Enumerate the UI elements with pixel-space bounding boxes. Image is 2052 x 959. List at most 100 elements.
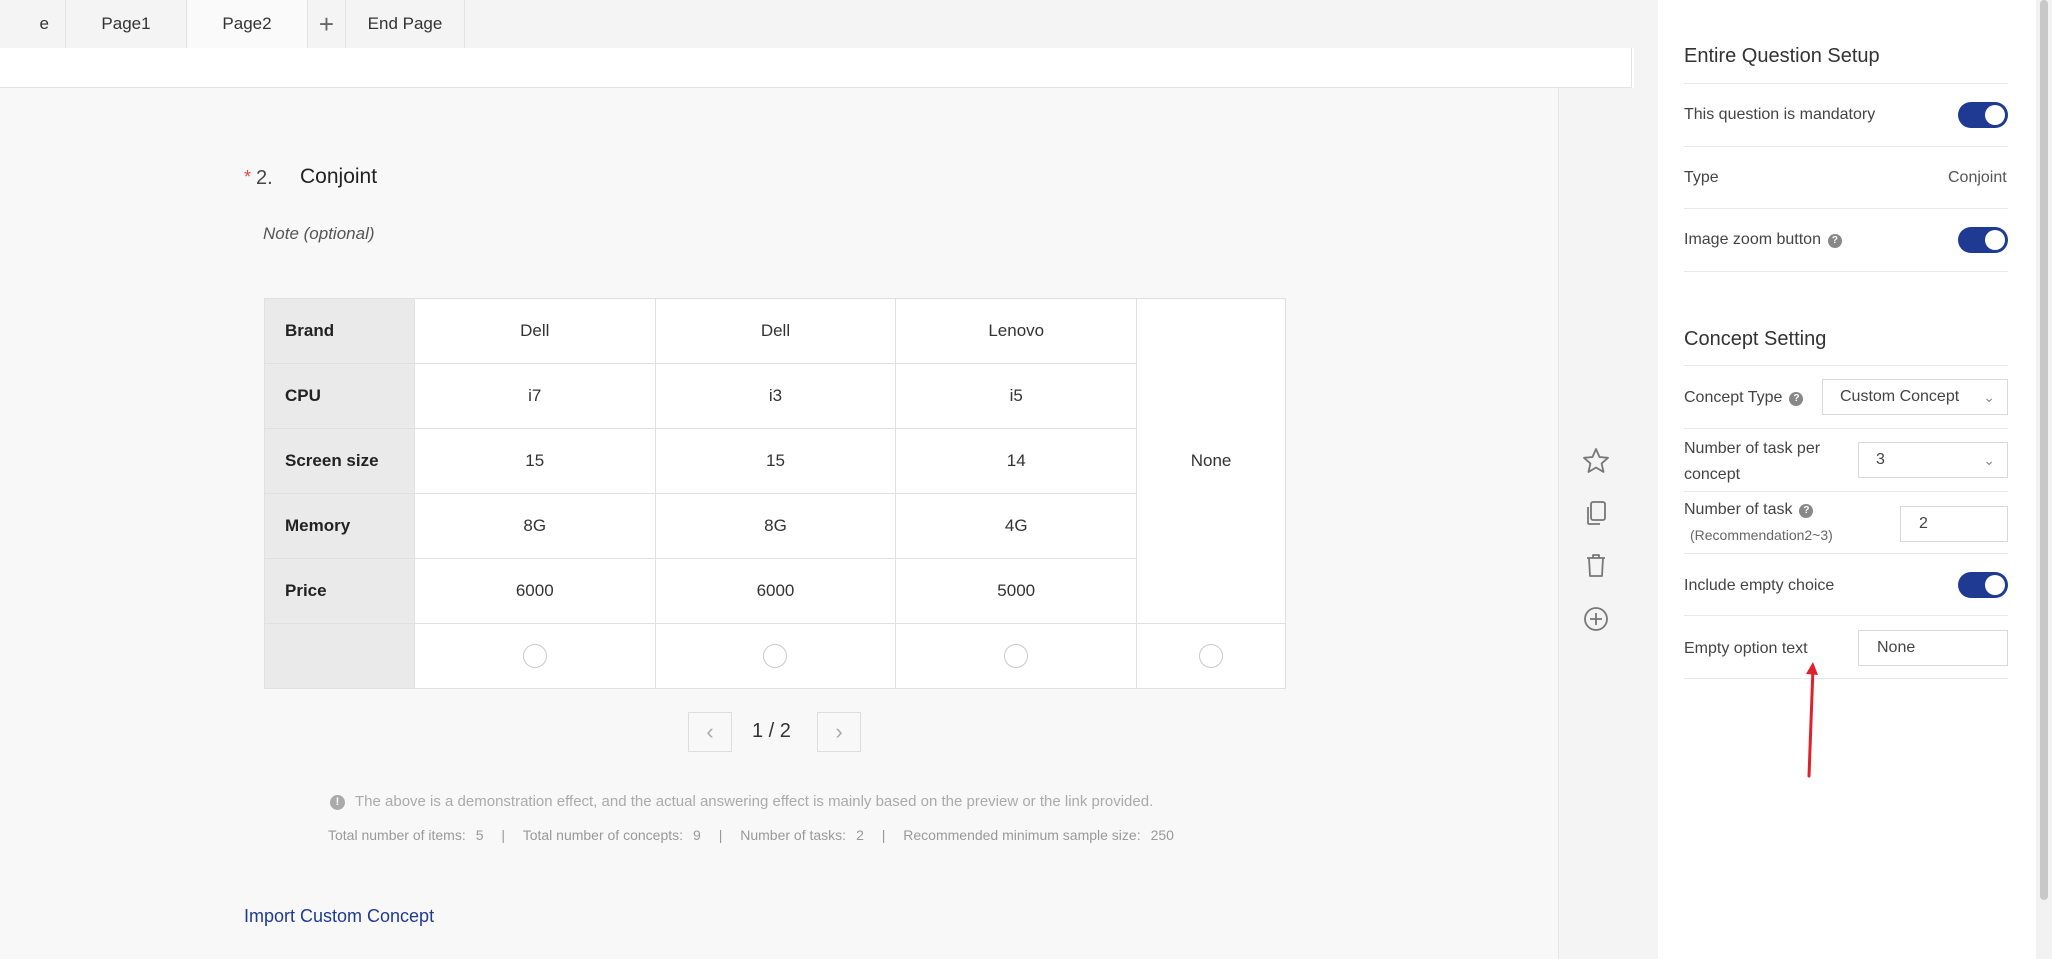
attribute-label: Brand [264,298,415,364]
concept-cell: Dell [413,298,656,364]
choice-cell [654,623,897,689]
concept-cell: 8G [654,493,897,559]
star-icon[interactable] [1581,446,1611,476]
concept-cell: 5000 [895,558,1138,624]
copy-icon[interactable] [1581,498,1611,528]
image-zoom-toggle[interactable] [1958,227,2008,253]
concept-setting-heading: Concept Setting [1684,328,1827,350]
panel-divider [1684,146,2008,147]
pager-indicator: 1 / 2 [752,720,791,742]
empty-choice-label: Include empty choice [1684,577,1835,594]
concept-cell: 6000 [413,558,656,624]
editor-toolbar-strip [0,48,1632,88]
num-tasks-label: Number of task? [1684,501,1814,519]
info-icon: ! [330,795,345,810]
panel-divider [1684,491,2008,492]
empty-option-text-input[interactable] [1858,630,2008,666]
concept-cell: 8G [413,493,656,559]
panel-divider [1684,271,2008,272]
attribute-label: CPU [264,363,415,429]
image-zoom-label-text: Image zoom button [1684,231,1821,248]
table-row: Memory 8G 8G 4G [264,493,1286,559]
tasks-per-concept-select[interactable]: 3 ⌄ [1858,442,2008,478]
concept-cell: 6000 [654,558,897,624]
demo-notice-text: The above is a demonstration effect, and… [355,793,1154,810]
stat-concepts-label: Total number of concepts: [522,827,684,843]
question-note[interactable]: Note (optional) [263,224,375,244]
canvas-gutter [1634,48,1658,959]
concept-cell: 15 [413,428,656,494]
panel-divider [1684,365,2008,366]
stat-separator: | [881,827,886,843]
concept-cell: i3 [654,363,897,429]
help-icon[interactable]: ? [1799,504,1814,518]
empty-option-text-label: Empty option text [1684,640,1808,657]
table-row: Screen size 15 15 14 [264,428,1286,494]
add-page-button[interactable]: + [308,0,346,48]
choice-cell [895,623,1138,689]
none-option-radio[interactable] [1199,644,1224,668]
panel-divider [1684,428,2008,429]
table-row: CPU i7 i3 i5 [264,363,1286,429]
stat-items-value: 5 [475,827,484,843]
panel-divider [1684,208,2008,209]
concept-type-label-text: Concept Type [1684,389,1783,406]
add-circle-icon[interactable] [1581,604,1611,634]
attribute-label: Screen size [264,428,415,494]
concept-type-value: Custom Concept [1840,388,1960,405]
panel-scroll-thumb[interactable] [2040,0,2048,900]
choice-row-header [264,623,415,689]
stat-concepts-value: 9 [693,827,701,843]
panel-divider [1684,615,2008,616]
trash-icon[interactable] [1581,550,1611,580]
type-label: Type [1684,169,1719,186]
help-icon[interactable]: ? [1827,234,1842,248]
choice-cell [413,623,656,689]
concept-3-radio[interactable] [1004,644,1029,668]
tab-page1[interactable]: Page1 [66,0,187,48]
stat-tasks-label: Number of tasks: [740,827,847,843]
tasks-per-concept-label: Number of task per concept [1684,440,1821,483]
stat-separator: | [501,827,506,843]
mandatory-toggle[interactable] [1958,102,2008,128]
choice-cell [1136,623,1286,689]
image-zoom-label: Image zoom button? [1684,231,1842,249]
help-icon[interactable]: ? [1789,392,1804,406]
next-page-button[interactable]: › [817,712,861,752]
import-custom-concept-link[interactable]: Import Custom Concept [244,906,434,927]
num-tasks-hint: (Recommendation2~3) [1690,527,1833,543]
table-row-choices [264,623,1286,689]
concept-type-label: Concept Type? [1684,389,1804,407]
tab-first-page[interactable]: e Page [0,0,66,81]
entire-question-setup-heading: Entire Question Setup [1684,45,1880,67]
type-value: Conjoint [1948,169,2007,186]
demo-notice: ! The above is a demonstration effect, an… [330,793,1153,810]
question-number: 2. [256,167,273,189]
tasks-per-concept-value: 3 [1876,451,1885,468]
num-tasks-input[interactable] [1900,506,2008,542]
panel-divider [1684,553,2008,554]
table-row: Price 6000 6000 5000 [264,558,1286,624]
stat-sample-value: 250 [1150,827,1174,843]
question-title[interactable]: Conjoint [300,165,377,189]
concept-cell: Lenovo [895,298,1138,364]
tab-page2[interactable]: Page2 [187,0,308,48]
stat-tasks-value: 2 [856,827,864,843]
panel-divider [1684,83,2008,84]
concept-1-radio[interactable] [522,644,547,668]
mandatory-label: This question is mandatory [1684,106,1876,123]
concept-2-radio[interactable] [763,644,788,668]
tab-end-page[interactable]: End Page [346,0,465,48]
chevron-down-icon: ⌄ [1983,389,1995,405]
concept-cell: 14 [895,428,1138,494]
table-row: Brand Dell Dell Lenovo None [264,298,1286,624]
concept-cell: Dell [654,298,897,364]
num-tasks-label-text: Number of task [1684,501,1793,518]
page-tab-bar: e Page Page1 Page2 + End Page [0,0,1658,81]
stat-items-label: Total number of items: [328,827,466,843]
stat-sample-label: Recommended minimum sample size: [903,827,1141,843]
concept-type-select[interactable]: Custom Concept ⌄ [1822,379,2008,415]
stat-separator: | [718,827,723,843]
empty-choice-toggle[interactable] [1958,572,2008,598]
prev-page-button[interactable]: ‹ [688,712,732,752]
